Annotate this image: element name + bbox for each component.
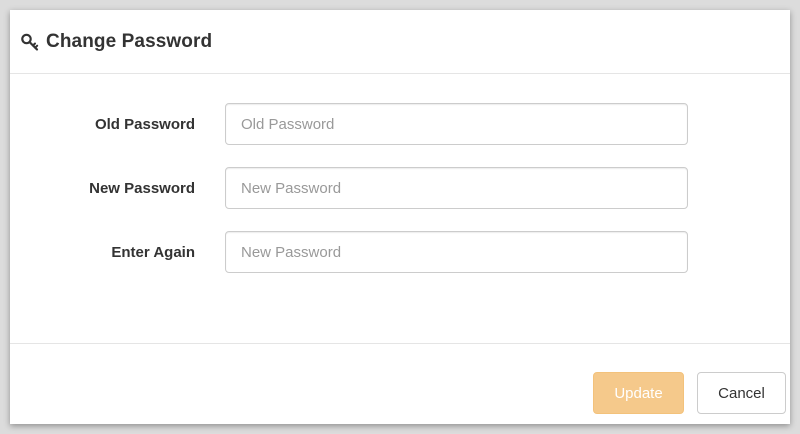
confirm-password-label: Enter Again	[111, 244, 195, 261]
old-password-label: Old Password	[94, 116, 195, 133]
old-password-input[interactable]	[225, 103, 688, 145]
dialog-body: Old Password New Password Enter Again	[10, 74, 790, 344]
old-password-row: Old Password	[10, 103, 790, 147]
new-password-input[interactable]	[225, 167, 688, 209]
cancel-button[interactable]: Cancel	[697, 372, 786, 414]
dialog-footer: Update Cancel	[10, 344, 790, 424]
confirm-password-input[interactable]	[225, 231, 688, 273]
confirm-password-row: Enter Again	[10, 231, 790, 275]
update-button[interactable]: Update	[593, 372, 684, 414]
new-password-label: New Password	[89, 180, 195, 197]
dialog-title: Change Password	[46, 30, 213, 52]
change-password-dialog: Change Password Old Password New Passwor…	[10, 10, 790, 424]
key-icon	[20, 32, 40, 52]
new-password-row: New Password	[10, 167, 790, 211]
dialog-header: Change Password	[10, 10, 790, 74]
